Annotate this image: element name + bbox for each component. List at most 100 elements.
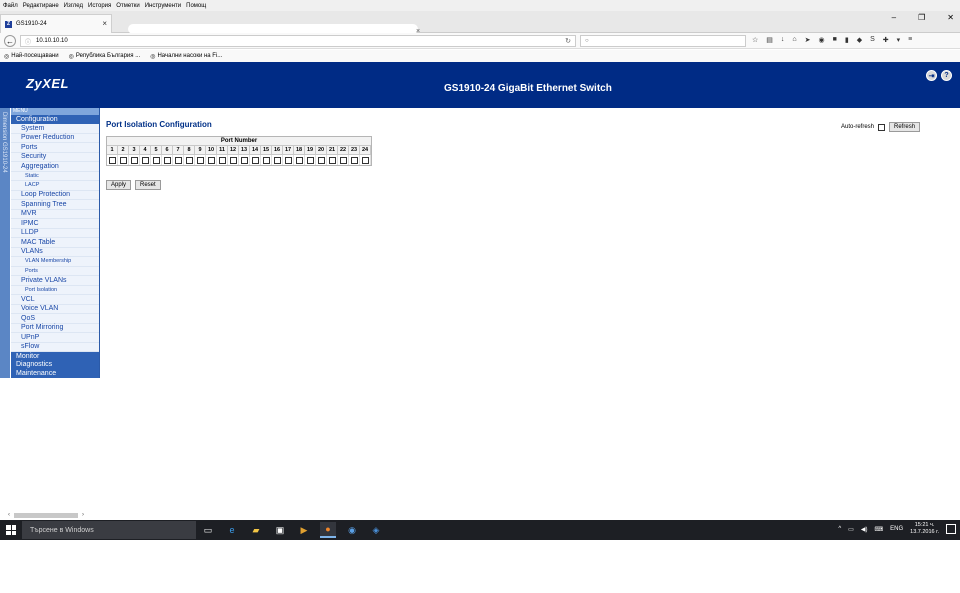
menu-item[interactable]: Loop Protection — [11, 191, 99, 200]
menu-subitem[interactable]: Ports — [11, 267, 99, 276]
bookmark-item[interactable]: ◎ Най-посещавани — [4, 53, 59, 60]
menu-item[interactable]: Port Mirroring — [11, 324, 99, 333]
port-isolation-checkbox[interactable] — [152, 156, 160, 164]
reset-button[interactable]: Reset — [135, 180, 161, 190]
puzzle-icon[interactable]: ✚ — [883, 36, 889, 44]
url-bar[interactable]: ⓘ 10.10.10.10 ↻ — [20, 35, 576, 47]
search-bar[interactable]: ○ — [580, 35, 746, 47]
port-isolation-checkbox[interactable] — [350, 156, 358, 164]
menu-item[interactable]: sFlow — [11, 343, 99, 352]
info-icon[interactable]: ⓘ — [25, 37, 31, 46]
port-isolation-checkbox[interactable] — [273, 156, 281, 164]
menu-item[interactable]: QoS — [11, 314, 99, 324]
chat-icon[interactable]: ◉ — [819, 36, 825, 44]
menu-item[interactable]: IPMC — [11, 219, 99, 229]
menu-monitor[interactable]: Monitor — [11, 352, 99, 361]
menu-subitem[interactable]: VLAN Membership — [11, 257, 99, 267]
keyboard-icon[interactable]: ⌨ — [874, 526, 883, 533]
menu-item[interactable]: VLANs — [11, 248, 99, 257]
edge-icon[interactable]: e — [224, 522, 240, 538]
port-isolation-checkbox[interactable] — [207, 156, 215, 164]
download-icon[interactable]: ↓ — [781, 36, 785, 44]
language-indicator[interactable]: ENG — [890, 526, 903, 532]
skype-icon[interactable]: S — [870, 36, 875, 44]
port-isolation-checkbox[interactable] — [339, 156, 347, 164]
minimize-icon[interactable]: – — [892, 13, 896, 22]
menubar-item[interactable]: Помощ — [186, 3, 206, 9]
tab-close-icon[interactable]: × — [102, 19, 107, 28]
menu-subitem[interactable]: Static — [11, 172, 99, 181]
menu-item[interactable]: Voice VLAN — [11, 305, 99, 314]
windows-start-icon[interactable] — [6, 525, 16, 535]
media-app-icon[interactable]: ▶ — [296, 522, 312, 538]
menu-item[interactable]: MVR — [11, 210, 99, 219]
file-explorer-icon[interactable]: ▰ — [248, 522, 264, 538]
apply-button[interactable]: Apply — [106, 180, 132, 190]
close-window-icon[interactable]: ✕ — [947, 13, 954, 22]
menu-subitem[interactable]: Port Isolation — [11, 286, 99, 295]
back-arrow-icon[interactable]: ← — [4, 35, 16, 47]
port-isolation-checkbox[interactable] — [306, 156, 314, 164]
menu-item[interactable]: Ports — [11, 143, 99, 153]
tab-gs1910[interactable]: Z GS1910-24 × — [0, 14, 112, 33]
menubar-item[interactable]: Отметки — [116, 3, 139, 9]
extension-icon[interactable]: ■ — [833, 36, 837, 44]
port-isolation-checkbox[interactable] — [130, 156, 138, 164]
port-isolation-checkbox[interactable] — [328, 156, 336, 164]
menubar-item[interactable]: Файл — [3, 3, 18, 9]
port-isolation-checkbox[interactable] — [251, 156, 259, 164]
send-icon[interactable]: ➤ — [805, 36, 811, 44]
menu-item[interactable]: Private VLANs — [11, 276, 99, 286]
network-icon[interactable]: ▭ — [848, 526, 854, 533]
help-icon[interactable]: ? — [941, 70, 952, 81]
scroll-left-icon[interactable]: ‹ — [8, 512, 10, 518]
menu-configuration[interactable]: Configuration — [11, 115, 99, 124]
task-view-icon[interactable]: ▭ — [200, 522, 216, 538]
hamburger-menu-icon[interactable]: ≡ — [908, 36, 912, 44]
port-isolation-checkbox[interactable] — [108, 156, 116, 164]
menu-subitem[interactable]: LACP — [11, 181, 99, 191]
flag-icon[interactable]: ▮ — [845, 36, 849, 44]
menu-diagnostics[interactable]: Diagnostics — [11, 361, 99, 370]
firefox-icon[interactable]: ● — [320, 522, 336, 538]
app-blue-icon[interactable]: ◉ — [344, 522, 360, 538]
menu-item[interactable]: LLDP — [11, 229, 99, 238]
shield-icon[interactable]: ◆ — [857, 36, 862, 44]
port-isolation-checkbox[interactable] — [119, 156, 127, 164]
menubar-item[interactable]: Редактиране — [23, 3, 59, 9]
tray-up-arrow-icon[interactable]: ^ — [838, 526, 841, 532]
menubar-item[interactable]: История — [88, 3, 111, 9]
reload-icon[interactable]: ↻ — [565, 37, 571, 45]
port-isolation-checkbox[interactable] — [240, 156, 248, 164]
port-isolation-checkbox[interactable] — [218, 156, 226, 164]
logout-icon[interactable]: ⇥ — [926, 70, 937, 81]
maximize-icon[interactable]: ❐ — [918, 13, 925, 22]
refresh-button[interactable]: Refresh — [889, 122, 921, 132]
port-isolation-checkbox[interactable] — [284, 156, 292, 164]
auto-refresh-checkbox[interactable] — [878, 123, 886, 131]
port-isolation-checkbox[interactable] — [317, 156, 325, 164]
port-isolation-checkbox[interactable] — [295, 156, 303, 164]
scroll-right-icon[interactable]: › — [82, 512, 84, 518]
port-isolation-checkbox[interactable] — [361, 156, 369, 164]
store-icon[interactable]: ▣ — [272, 522, 288, 538]
clock[interactable]: 15:21 ч. 13.7.2016 г. — [910, 522, 939, 536]
app-cube-icon[interactable]: ◈ — [368, 522, 384, 538]
menu-item[interactable]: VCL — [11, 295, 99, 305]
menu-item[interactable]: System — [11, 124, 99, 134]
menu-item[interactable]: MAC Table — [11, 238, 99, 248]
menubar-item[interactable]: Изглед — [64, 3, 83, 9]
port-isolation-checkbox[interactable] — [163, 156, 171, 164]
horizontal-scrollbar[interactable]: ‹ › — [8, 511, 100, 519]
menu-item[interactable]: Security — [11, 153, 99, 162]
port-isolation-checkbox[interactable] — [229, 156, 237, 164]
menubar-item[interactable]: Инструменти — [145, 3, 181, 9]
bookmark-item[interactable]: ◎ Начални насоки на Fi... — [150, 53, 222, 60]
port-isolation-checkbox[interactable] — [196, 156, 204, 164]
scroll-thumb[interactable] — [14, 512, 78, 518]
menu-item[interactable]: UPnP — [11, 333, 99, 343]
menu-maintenance[interactable]: Maintenance — [11, 369, 99, 378]
menu-item[interactable]: Spanning Tree — [11, 200, 99, 210]
port-isolation-checkbox[interactable] — [185, 156, 193, 164]
bookmark-star-icon[interactable]: ☆ — [752, 36, 758, 44]
